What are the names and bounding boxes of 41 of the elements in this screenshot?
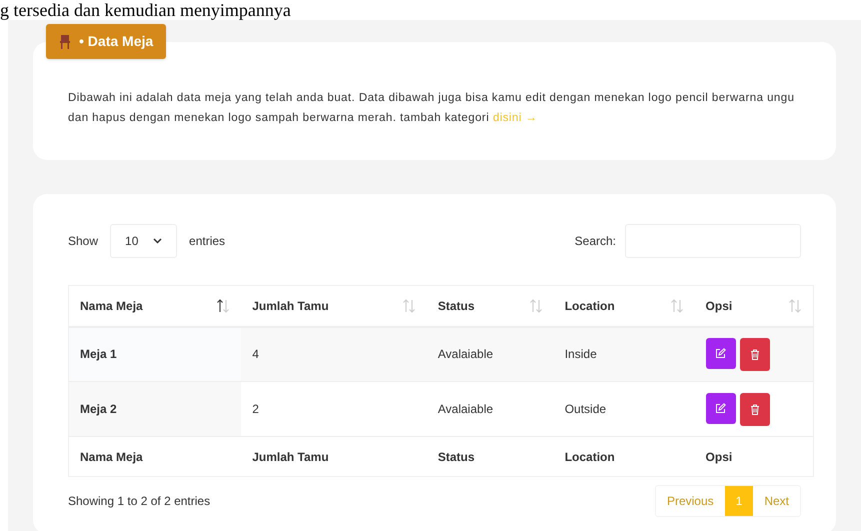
- trash-icon: [750, 348, 760, 360]
- edit-icon: [715, 402, 726, 414]
- edit-button[interactable]: [706, 392, 736, 424]
- entries-label: entries: [189, 233, 226, 250]
- sort-icon: [670, 298, 684, 313]
- sort-icon: [402, 298, 416, 313]
- table-cell: 2: [241, 382, 427, 436]
- section-badge: • Data Meja: [46, 24, 166, 59]
- sort-icon: [528, 298, 543, 313]
- column-footer: Nama Meja: [68, 436, 242, 476]
- entries-select[interactable]: 10: [110, 224, 178, 258]
- sort-icon: [788, 298, 802, 313]
- column-header[interactable]: Nama Meja: [68, 286, 242, 326]
- table-cell: Outside: [554, 382, 695, 436]
- table-cell: Inside: [554, 326, 695, 382]
- edit-button[interactable]: [706, 338, 736, 369]
- table-info: Showing 1 to 2 of 2 entries: [68, 493, 210, 510]
- table-cell: Meja 2: [68, 382, 242, 436]
- search-label: Search:: [574, 233, 616, 250]
- sort-icon: [216, 298, 230, 313]
- column-footer: Location: [554, 436, 695, 476]
- column-footer: Status: [426, 436, 554, 476]
- edit-icon: [715, 348, 726, 359]
- column-header[interactable]: Location: [554, 286, 695, 326]
- delete-button[interactable]: [740, 392, 770, 426]
- column-footer: Opsi: [694, 436, 814, 476]
- column-header[interactable]: Jumlah Tamu: [241, 286, 427, 326]
- table-cell: 4: [241, 326, 427, 382]
- table-cell: Avalaiable: [426, 326, 554, 382]
- chair-icon: [59, 34, 71, 49]
- heading-fragment: g tersedia dan kemudian menyimpannya: [0, 0, 291, 20]
- table-cell: Avalaiable: [426, 382, 554, 436]
- chevron-icon: [153, 238, 162, 244]
- trash-icon: [750, 404, 760, 414]
- description-text: Dibawah ini adalah data meja yang telah anda buat. Data dibawah juga bisa kamu edit dengan menekan logo pencil berwarna ungu dan hapus dengan menekan logo sampah berwarna merah. tambah kategori disini →: [68, 91, 796, 126]
- table-cell: Meja 1: [68, 326, 242, 382]
- show-label: Show: [68, 233, 98, 250]
- column-header[interactable]: Status: [426, 286, 554, 326]
- column-header[interactable]: Opsi: [694, 286, 814, 326]
- column-footer: Jumlah Tamu: [241, 436, 427, 476]
- delete-button[interactable]: [740, 338, 770, 371]
